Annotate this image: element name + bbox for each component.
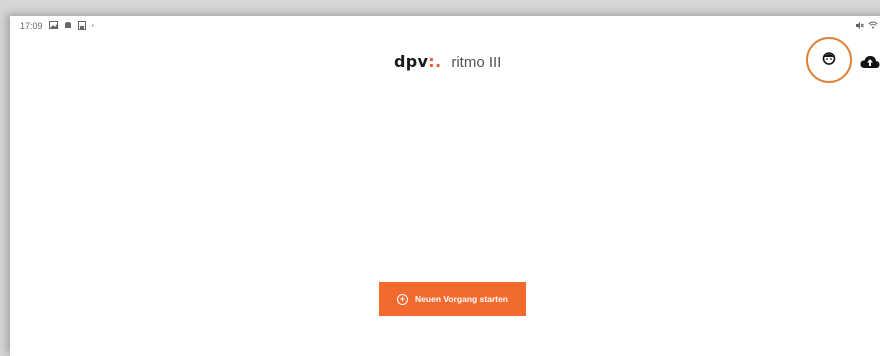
app-name: ritmo III (451, 54, 502, 71)
mute-icon (855, 21, 864, 32)
profile-highlight (806, 37, 852, 83)
brand: dpv:. ritmo III (394, 52, 501, 71)
save-icon (77, 20, 86, 32)
dot-icon: • (91, 22, 94, 30)
start-process-button[interactable]: + Neuen Vorgang starten (379, 282, 526, 316)
image-icon (48, 21, 58, 31)
profile-icon[interactable] (822, 51, 836, 70)
status-right (855, 21, 880, 32)
wifi-icon (868, 21, 878, 31)
status-bar: 17:09 • (10, 16, 880, 36)
start-process-label: Neuen Vorgang starten (415, 294, 508, 304)
status-time: 17:09 (20, 21, 43, 31)
brand-name: dpv (394, 52, 429, 71)
app-window: 17:09 • dpv:. ritmo III + Neuen Vorgang … (10, 16, 880, 356)
app-header: dpv:. ritmo III (10, 37, 880, 83)
status-left: 17:09 • (20, 20, 94, 32)
cloud-upload-icon[interactable] (860, 55, 880, 69)
brand-logo: dpv:. (394, 52, 441, 71)
notification-icon (64, 21, 72, 31)
brand-mark: :. (428, 52, 442, 71)
add-circle-icon: + (397, 293, 409, 305)
